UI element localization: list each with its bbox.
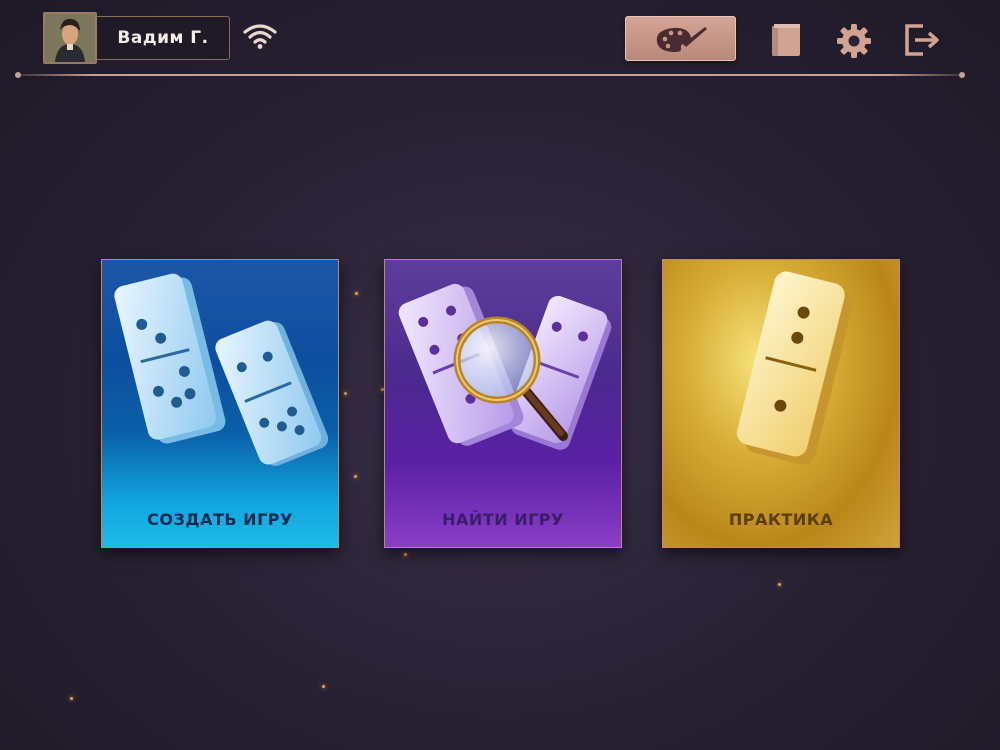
create-game-label: СОЗДАТЬ ИГРУ (147, 510, 293, 529)
sparkle (404, 553, 407, 556)
dominoes-magnifier-icon (398, 283, 612, 450)
user-name[interactable]: Вадим Г. (97, 16, 230, 60)
exit-icon[interactable] (903, 22, 941, 58)
wifi-icon (243, 24, 277, 49)
gold-domino-icon (736, 271, 853, 465)
customize-button[interactable] (625, 16, 736, 61)
sparkle (322, 685, 325, 688)
avatar[interactable] (43, 12, 97, 64)
create-game-card[interactable]: СОЗДАТЬ ИГРУ (101, 259, 339, 548)
sparkle (355, 292, 358, 295)
gear-icon[interactable] (835, 22, 873, 60)
find-game-label: НАЙТИ ИГРУ (442, 510, 564, 529)
find-game-card[interactable]: НАЙТИ ИГРУ (384, 259, 622, 548)
dominoes-icon (114, 273, 329, 466)
sparkle (778, 583, 781, 586)
avatar-portrait (45, 14, 95, 62)
palette-icon (656, 26, 707, 52)
header-divider (15, 72, 965, 78)
book-icon[interactable] (768, 22, 804, 58)
practice-label: ПРАКТИКА (728, 510, 834, 529)
sparkle (70, 697, 73, 700)
practice-card[interactable]: ПРАКТИКА (662, 259, 900, 548)
sparkle (354, 475, 357, 478)
sparkle (344, 392, 347, 395)
